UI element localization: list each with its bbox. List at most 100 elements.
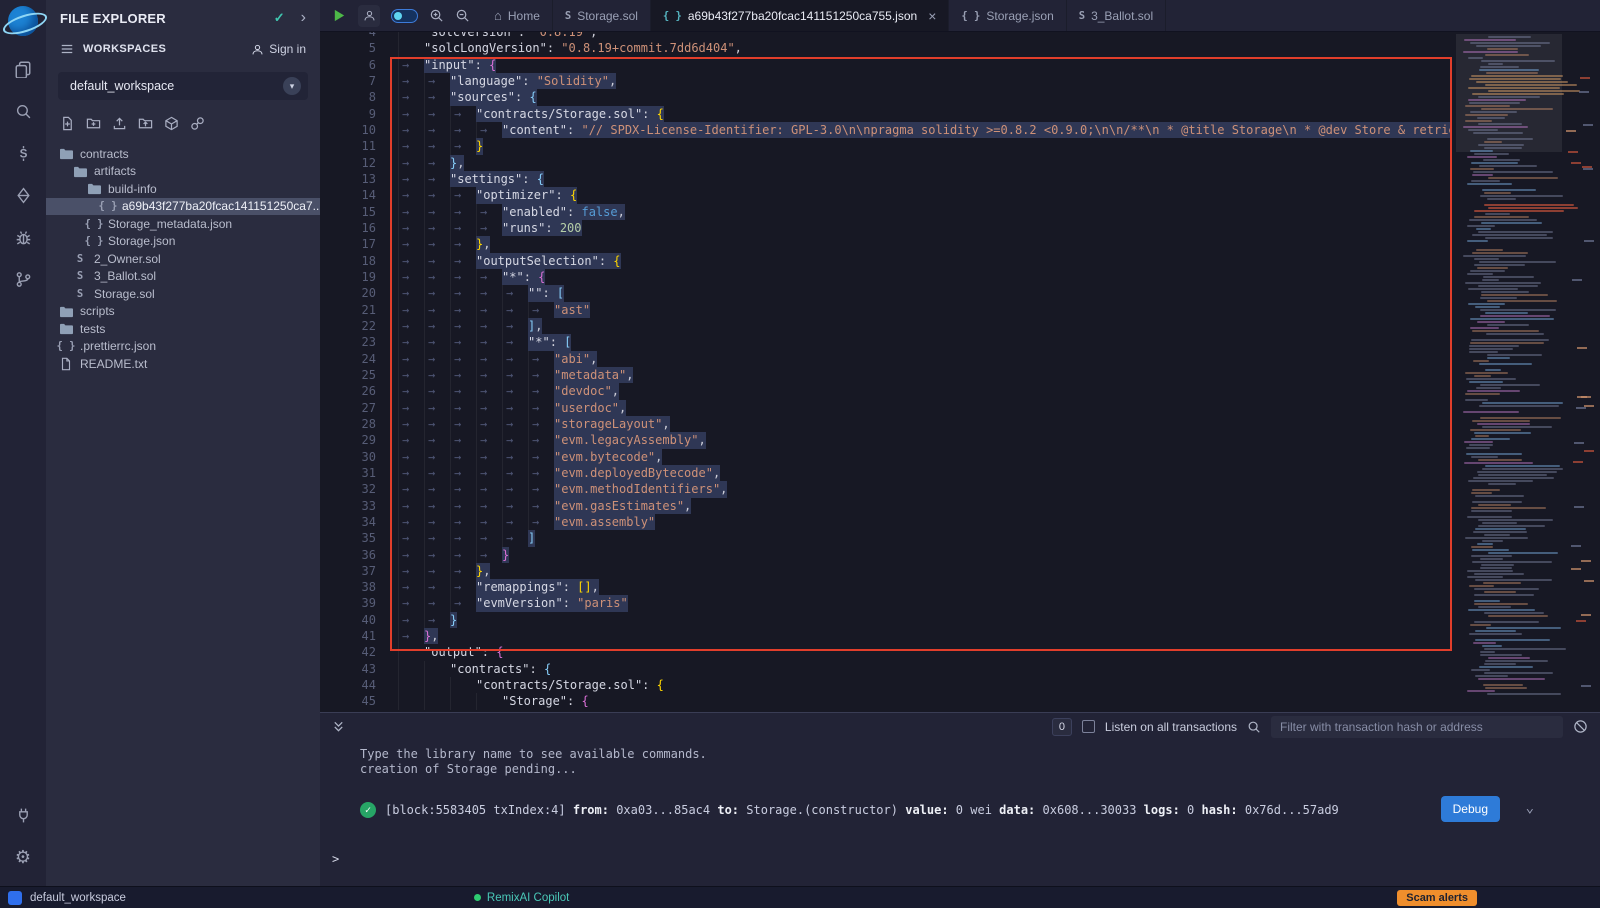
activity-solidity-compiler-button[interactable]: S — [0, 132, 46, 174]
code-content: "solcLongVersion": "0.8.19+commit.7dd6d4… — [376, 40, 1450, 56]
tree-item-3-ballot-sol[interactable]: S3_Ballot.sol — [46, 268, 320, 286]
run-button[interactable] — [332, 8, 347, 23]
minimap-line — [1471, 492, 1492, 494]
statusbar-workspace[interactable]: default_workspace — [30, 892, 126, 904]
debug-button[interactable]: Debug — [1441, 796, 1500, 822]
editor-tab[interactable]: { }Storage.json — [949, 0, 1066, 31]
editor-tab[interactable]: { }a69b43f277ba20fcac141151250ca755.json… — [651, 0, 949, 31]
activity-search-button[interactable] — [0, 90, 46, 132]
new-file-button[interactable] — [60, 116, 75, 131]
editor-tab[interactable]: SStorage.sol — [553, 0, 651, 31]
indent-guide: → — [398, 285, 424, 301]
code-text: "optimizer": { — [476, 187, 577, 203]
code-line: 38→→→"remappings": [], — [320, 579, 1450, 595]
folder-icon — [86, 182, 102, 195]
json-icon: { } — [100, 200, 116, 212]
ipfs-button[interactable] — [164, 116, 179, 131]
activity-git-button[interactable] — [0, 258, 46, 300]
expand-tx-icon[interactable]: ⌄ — [1526, 800, 1534, 816]
tree-item-readme-txt[interactable]: README.txt — [46, 355, 320, 373]
minimap-line — [1467, 225, 1495, 227]
minimap-line — [1472, 234, 1547, 236]
code-content: →→→→→"*": [ — [376, 334, 1450, 350]
chevron-right-icon[interactable]: › — [301, 10, 306, 26]
copilot-toggle[interactable] — [391, 9, 418, 23]
indent-guide: → — [450, 106, 476, 122]
zoom-in-button[interactable] — [429, 8, 444, 23]
editor-tab[interactable]: S3_Ballot.sol — [1067, 0, 1166, 31]
indent-guide: → — [528, 302, 554, 318]
minimap-line — [1485, 369, 1501, 371]
indent-guide: → — [424, 367, 450, 383]
scam-alerts-badge[interactable]: Scam alerts — [1397, 890, 1477, 906]
code-editor[interactable]: 4"solcVersion": "0.8.19",5"solcLongVersi… — [320, 32, 1600, 712]
activity-file-explorer-button[interactable] — [0, 48, 46, 90]
account-button[interactable] — [358, 5, 380, 27]
tree-item-artifacts[interactable]: artifacts — [46, 163, 320, 181]
listen-checkbox[interactable] — [1082, 720, 1095, 733]
tree-item--prettierrc-json[interactable]: { }.prettierrc.json — [46, 338, 320, 356]
transaction-filter-input[interactable] — [1271, 716, 1563, 738]
sign-in-button[interactable]: Sign in — [251, 42, 306, 56]
line-number: 9 — [320, 106, 376, 122]
indent-guide: → — [502, 449, 528, 465]
tree-item-contracts[interactable]: contracts — [46, 145, 320, 163]
indent-guide: → — [398, 595, 424, 611]
indent-guide: → — [424, 498, 450, 514]
zoom-out-button[interactable] — [455, 8, 470, 23]
minimap-line — [1482, 189, 1536, 191]
code-content: →→→"outputSelection": { — [376, 253, 1450, 269]
upload-file-button[interactable] — [112, 116, 127, 131]
remix-logo[interactable] — [8, 6, 38, 36]
indent-guide: → — [398, 57, 424, 73]
activity-debugger-button[interactable] — [0, 216, 46, 258]
minimap-line — [1478, 525, 1545, 527]
tree-item-scripts[interactable]: scripts — [46, 303, 320, 321]
workspace-caret-icon[interactable]: ▾ — [283, 77, 301, 95]
activity-settings-button[interactable]: ⚙ — [0, 836, 46, 878]
close-icon[interactable]: × — [928, 9, 936, 23]
indent-guide: → — [424, 285, 450, 301]
tree-item-2-owner-sol[interactable]: S2_Owner.sol — [46, 250, 320, 268]
minimap-line — [1472, 93, 1564, 95]
minimap[interactable] — [1456, 32, 1562, 712]
minimap-line — [1465, 537, 1529, 539]
hamburger-icon[interactable] — [60, 42, 74, 56]
indent-guide: → — [476, 449, 502, 465]
tree-item-storage-metadata-json[interactable]: { }Storage_metadata.json — [46, 215, 320, 233]
tree-item-build-info[interactable]: build-info — [46, 180, 320, 198]
tree-item-label: tests — [80, 322, 105, 336]
code-text: "userdoc", — [554, 400, 626, 416]
code-line: 4"solcVersion": "0.8.19", — [320, 32, 1450, 40]
expand-terminal-icon[interactable] — [332, 720, 345, 733]
minimap-line — [1469, 348, 1512, 350]
terminal-prompt[interactable]: > — [332, 852, 339, 866]
activity-plugin-manager-button[interactable] — [0, 794, 46, 836]
upload-folder-button[interactable] — [138, 116, 153, 131]
indent-guide: → — [528, 416, 554, 432]
tree-item-storage-json[interactable]: { }Storage.json — [46, 233, 320, 251]
workspace-select[interactable]: default_workspace ▾ — [58, 72, 308, 100]
minimap-line — [1482, 279, 1499, 281]
editor-tab[interactable]: ⌂Home — [482, 0, 553, 31]
new-folder-button[interactable] — [86, 116, 101, 131]
clear-console-icon[interactable] — [1573, 719, 1588, 734]
tree-item-tests[interactable]: tests — [46, 320, 320, 338]
minimap-line — [1472, 174, 1493, 176]
tree-item-a69b43f277ba20fcac141151250ca7-[interactable]: { }a69b43f277ba20fcac141151250ca7... — [46, 198, 320, 216]
minimap-line — [1465, 282, 1541, 284]
link-button[interactable] — [190, 116, 205, 131]
remix-badge-icon[interactable] — [8, 891, 22, 905]
indent-guide: → — [424, 334, 450, 350]
indent-guide: → — [424, 579, 450, 595]
indent-guide — [450, 693, 476, 709]
copilot-status[interactable]: RemixAI Copilot — [474, 892, 569, 904]
search-icon[interactable] — [1247, 720, 1261, 734]
indent-guide: → — [450, 449, 476, 465]
main-area: ⌂HomeSStorage.sol{ }a69b43f277ba20fcac14… — [320, 0, 1600, 886]
tree-item-storage-sol[interactable]: SStorage.sol — [46, 285, 320, 303]
activity-deploy-run-button[interactable] — [0, 174, 46, 216]
indent-guide: → — [450, 530, 476, 546]
code-content: →→→→→], — [376, 318, 1450, 334]
minimap-line — [1478, 285, 1537, 287]
